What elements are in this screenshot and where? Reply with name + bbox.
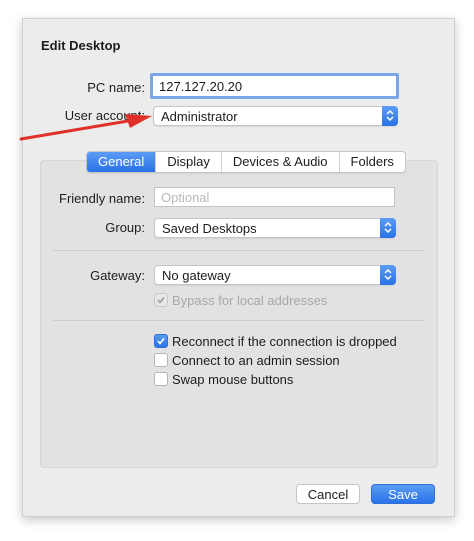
chevron-up-down-icon [380,265,396,285]
gateway-label: Gateway: [90,268,145,283]
friendly-name-label: Friendly name: [59,191,145,206]
divider [53,250,425,251]
tab-display[interactable]: Display [155,152,221,172]
pc-name-label: PC name: [87,80,145,95]
admin-session-label: Connect to an admin session [172,353,340,368]
checkmark-icon [157,338,165,345]
gateway-popup[interactable]: No gateway [154,265,396,285]
general-tab-panel: Friendly name: Group: Saved Desktops Gat… [40,160,438,468]
tab-folders[interactable]: Folders [338,152,405,172]
user-account-popup[interactable]: Administrator [153,106,398,126]
chevron-up-down-icon [380,218,396,238]
checkmark-icon [157,297,165,304]
group-label: Group: [105,220,145,235]
tab-devices-audio[interactable]: Devices & Audio [220,152,339,172]
user-account-value: Administrator [161,109,238,124]
pc-name-input[interactable] [150,73,399,99]
cancel-button[interactable]: Cancel [296,484,360,504]
edit-desktop-dialog: Edit Desktop PC name: User account: Admi… [22,18,455,517]
tab-general[interactable]: General [87,152,156,172]
user-account-label: User account: [64,108,145,123]
dialog-title: Edit Desktop [41,38,121,53]
tab-bar: General Display Devices & Audio Folders [86,151,406,173]
divider [53,320,425,321]
admin-session-checkbox[interactable] [154,353,168,367]
reconnect-label: Reconnect if the connection is dropped [172,334,397,349]
group-popup[interactable]: Saved Desktops [154,218,396,238]
bypass-label: Bypass for local addresses [172,293,328,308]
swap-mouse-checkbox[interactable] [154,372,168,386]
swap-mouse-label: Swap mouse buttons [172,372,294,387]
gateway-value: No gateway [162,268,231,283]
save-button[interactable]: Save [371,484,435,504]
reconnect-checkbox[interactable] [154,334,168,348]
chevron-up-down-icon [382,106,398,126]
friendly-name-input[interactable] [154,187,395,207]
bypass-checkbox [154,293,168,307]
group-value: Saved Desktops [162,221,257,236]
